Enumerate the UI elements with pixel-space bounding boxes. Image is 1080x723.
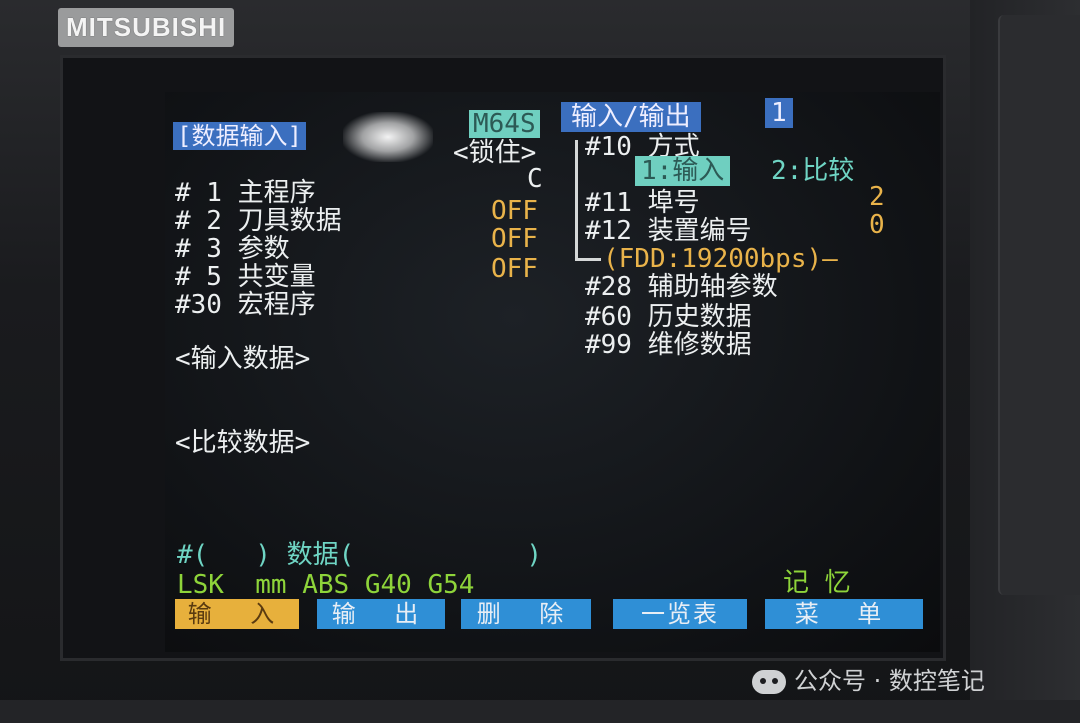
- menu-item-parameters[interactable]: # 3 参数: [175, 234, 290, 264]
- softkey-input[interactable]: 输 入: [175, 599, 299, 629]
- port-label: #11 埠号: [585, 188, 700, 218]
- watermark-text: 公众号 · 数控笔记: [794, 667, 985, 695]
- softkey-menu[interactable]: 菜 单: [765, 599, 923, 629]
- cnc-screen: [数据输入] M64S <锁住> 输入/输出 1 # 1 主程序 C # 2 刀…: [165, 92, 940, 652]
- input-data-label: <输入数据>: [175, 344, 311, 374]
- brand-logo: MITSUBISHI: [58, 8, 235, 47]
- mode-option-compare[interactable]: 2:比较: [771, 156, 854, 186]
- menu-item-macro-program[interactable]: #30 宏程序: [175, 290, 316, 320]
- softkey-output[interactable]: 输 出: [317, 599, 445, 629]
- menu-item-main-program[interactable]: # 1 主程序: [175, 178, 316, 208]
- bezel-side-tab: [998, 15, 1080, 595]
- menu-item-aux-axis-params[interactable]: #28 辅助轴参数: [585, 272, 778, 302]
- options-bracket-horizontal: [575, 258, 601, 261]
- io-number: 1: [765, 98, 793, 128]
- device-value[interactable]: 0: [869, 210, 885, 240]
- status-tool-data: OFF: [491, 196, 538, 226]
- status-bar-memory: 记 忆: [783, 568, 851, 598]
- bezel-bottom-edge: [0, 700, 1080, 723]
- compare-data-label: <比较数据>: [175, 428, 311, 458]
- menu-item-tool-data[interactable]: # 2 刀具数据: [175, 206, 342, 236]
- status-bar-modes: LSK mm ABS G40 G54: [177, 570, 475, 600]
- menu-item-history-data[interactable]: #60 历史数据: [585, 302, 752, 332]
- io-title: 输入/输出: [561, 102, 701, 132]
- softkey-bar: 输 入 输 出 删 除 一览表 菜 单: [173, 599, 933, 629]
- watermark: 公众号 · 数控笔记: [752, 664, 985, 698]
- options-bracket-vertical: [575, 140, 578, 260]
- lock-status: <锁住>: [453, 138, 537, 168]
- screen-title: [数据输入]: [173, 122, 306, 150]
- status-main-program: C: [527, 164, 543, 194]
- port-value[interactable]: 2: [869, 182, 885, 212]
- menu-item-maintenance-data[interactable]: #99 维修数据: [585, 330, 752, 360]
- wechat-icon: [752, 670, 786, 694]
- softkey-list[interactable]: 一览表: [613, 599, 747, 629]
- softkey-delete[interactable]: 删 除: [461, 599, 591, 629]
- screen-glare: [343, 112, 433, 162]
- command-line[interactable]: #( ) 数据( ): [177, 540, 542, 570]
- device-info: (FDD:19200bps)—: [603, 244, 838, 274]
- model-label: M64S: [469, 110, 540, 138]
- menu-item-common-variables[interactable]: # 5 共变量: [175, 262, 316, 292]
- mode-option-input[interactable]: 1:输入: [635, 156, 731, 186]
- status-parameters: OFF: [491, 224, 538, 254]
- status-common-variables: OFF: [491, 254, 538, 284]
- device-label: #12 装置编号: [585, 216, 752, 246]
